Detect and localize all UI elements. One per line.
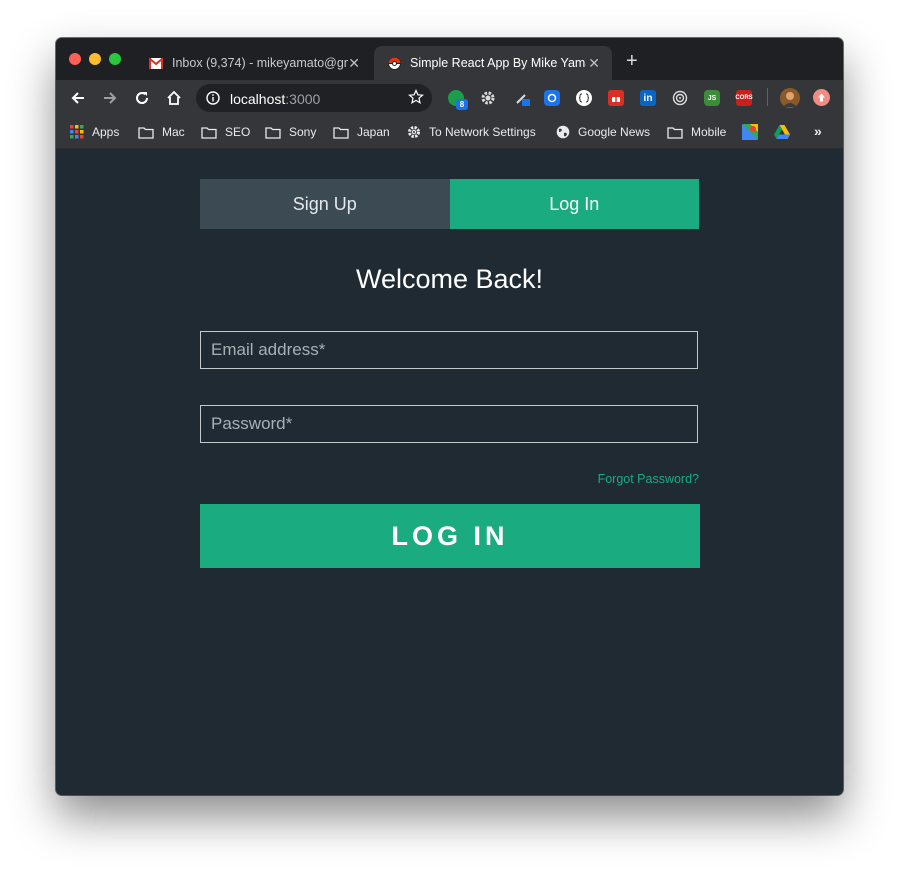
linkedin-extension-icon[interactable]: in <box>640 90 656 106</box>
url-port: :3000 <box>285 91 321 107</box>
email-field[interactable] <box>200 331 698 369</box>
close-tab-icon[interactable]: ✕ <box>588 55 600 72</box>
pokeball-icon <box>386 55 402 71</box>
bookmark-label: Mobile <box>691 125 727 139</box>
target-extension-icon[interactable] <box>672 90 688 106</box>
toolbar-divider <box>767 88 768 106</box>
bookmark-mobile[interactable]: Mobile <box>667 123 726 141</box>
address-bar[interactable]: localhost:3000 <box>196 84 432 112</box>
bookmark-mac[interactable]: Mac <box>138 123 185 141</box>
bookmark-google-news[interactable]: Google News <box>556 123 650 141</box>
gmail-icon <box>148 55 164 71</box>
bookmark-star-icon[interactable] <box>408 89 424 110</box>
bookmark-google-maps[interactable] <box>742 123 766 141</box>
info-icon[interactable] <box>206 91 220 110</box>
page-content: Sign Up Log In Welcome Back! Forgot Pass… <box>56 149 843 795</box>
auth-tab-group: Sign Up Log In <box>200 179 699 229</box>
new-tab-button[interactable]: + <box>626 51 638 71</box>
maximize-window-button[interactable] <box>109 53 121 65</box>
minimize-window-button[interactable] <box>89 53 101 65</box>
bookmark-label: Japan <box>357 125 390 139</box>
forward-arrow-icon[interactable] <box>100 88 120 108</box>
cors-extension-icon[interactable]: CORS <box>735 90 753 106</box>
tab-log-in[interactable]: Log In <box>449 179 699 229</box>
close-window-button[interactable] <box>69 53 81 65</box>
browser-toolbar: localhost:3000 8 in JS CORS <box>56 80 843 116</box>
bookmark-google-drive[interactable] <box>774 123 798 141</box>
bookmark-apps[interactable]: Apps <box>70 123 119 141</box>
tab-react-app[interactable]: Simple React App By Mike Yamat ✕ <box>374 46 612 80</box>
tab-title: Inbox (9,374) - mikeyamato@gm <box>172 56 348 70</box>
extension-badge: 8 <box>456 99 468 110</box>
json-viewer-extension-icon[interactable] <box>576 90 592 106</box>
folder-icon <box>265 126 281 139</box>
tab-gmail[interactable]: Inbox (9,374) - mikeyamato@gm ✕ <box>136 46 372 80</box>
url-text[interactable]: localhost:3000 <box>230 91 320 107</box>
gear-icon <box>407 125 421 139</box>
google-drive-icon <box>774 125 790 139</box>
bookmark-label: SEO <box>225 125 251 139</box>
tab-strip: Inbox (9,374) - mikeyamato@gm ✕ Simple R… <box>56 38 843 80</box>
bookmark-label: Sony <box>289 125 317 139</box>
folder-icon <box>138 126 154 139</box>
profile-avatar[interactable] <box>780 88 800 108</box>
google-maps-icon <box>742 124 758 140</box>
bookmark-japan[interactable]: Japan <box>333 123 390 141</box>
folder-icon <box>333 126 349 139</box>
back-arrow-icon[interactable] <box>68 88 88 108</box>
bookmark-sony[interactable]: Sony <box>265 123 316 141</box>
bookmark-label: Mac <box>162 125 185 139</box>
home-icon[interactable] <box>164 88 184 108</box>
page-title: Welcome Back! <box>355 264 544 294</box>
globe-icon <box>556 125 570 139</box>
gift-extension-icon[interactable] <box>608 90 624 106</box>
bookmark-label: To Network Settings <box>429 125 536 139</box>
browser-window: Inbox (9,374) - mikeyamato@gm ✕ Simple R… <box>56 38 843 795</box>
settings-gear-extension-icon[interactable] <box>480 90 496 106</box>
update-menu-icon[interactable] <box>813 89 830 106</box>
blue-circle-extension-icon[interactable] <box>544 90 560 106</box>
bookmark-network-settings[interactable]: To Network Settings <box>407 123 536 141</box>
bookmarks-overflow-button[interactable]: » <box>814 123 822 139</box>
forgot-password-link[interactable]: Forgot Password? <box>598 472 699 486</box>
bookmark-seo[interactable]: SEO <box>201 123 250 141</box>
folder-icon <box>667 126 683 139</box>
password-field[interactable] <box>200 405 698 443</box>
bookmark-label: Apps <box>92 125 120 139</box>
node-extension-icon[interactable]: JS <box>704 90 720 106</box>
bookmark-label: Google News <box>578 125 651 139</box>
folder-icon <box>201 126 217 139</box>
tab-title: Simple React App By Mike Yamat <box>410 56 586 70</box>
eyedropper-extension-icon[interactable] <box>514 90 530 106</box>
apps-grid-icon <box>70 125 84 139</box>
log-in-button[interactable]: LOG IN <box>200 504 700 568</box>
bookmarks-bar: Apps Mac SEO Sony Japan To Network Setti… <box>56 116 843 149</box>
url-host: localhost <box>230 91 286 107</box>
tab-sign-up[interactable]: Sign Up <box>200 179 450 229</box>
reload-icon[interactable] <box>132 88 152 108</box>
close-tab-icon[interactable]: ✕ <box>348 55 360 72</box>
